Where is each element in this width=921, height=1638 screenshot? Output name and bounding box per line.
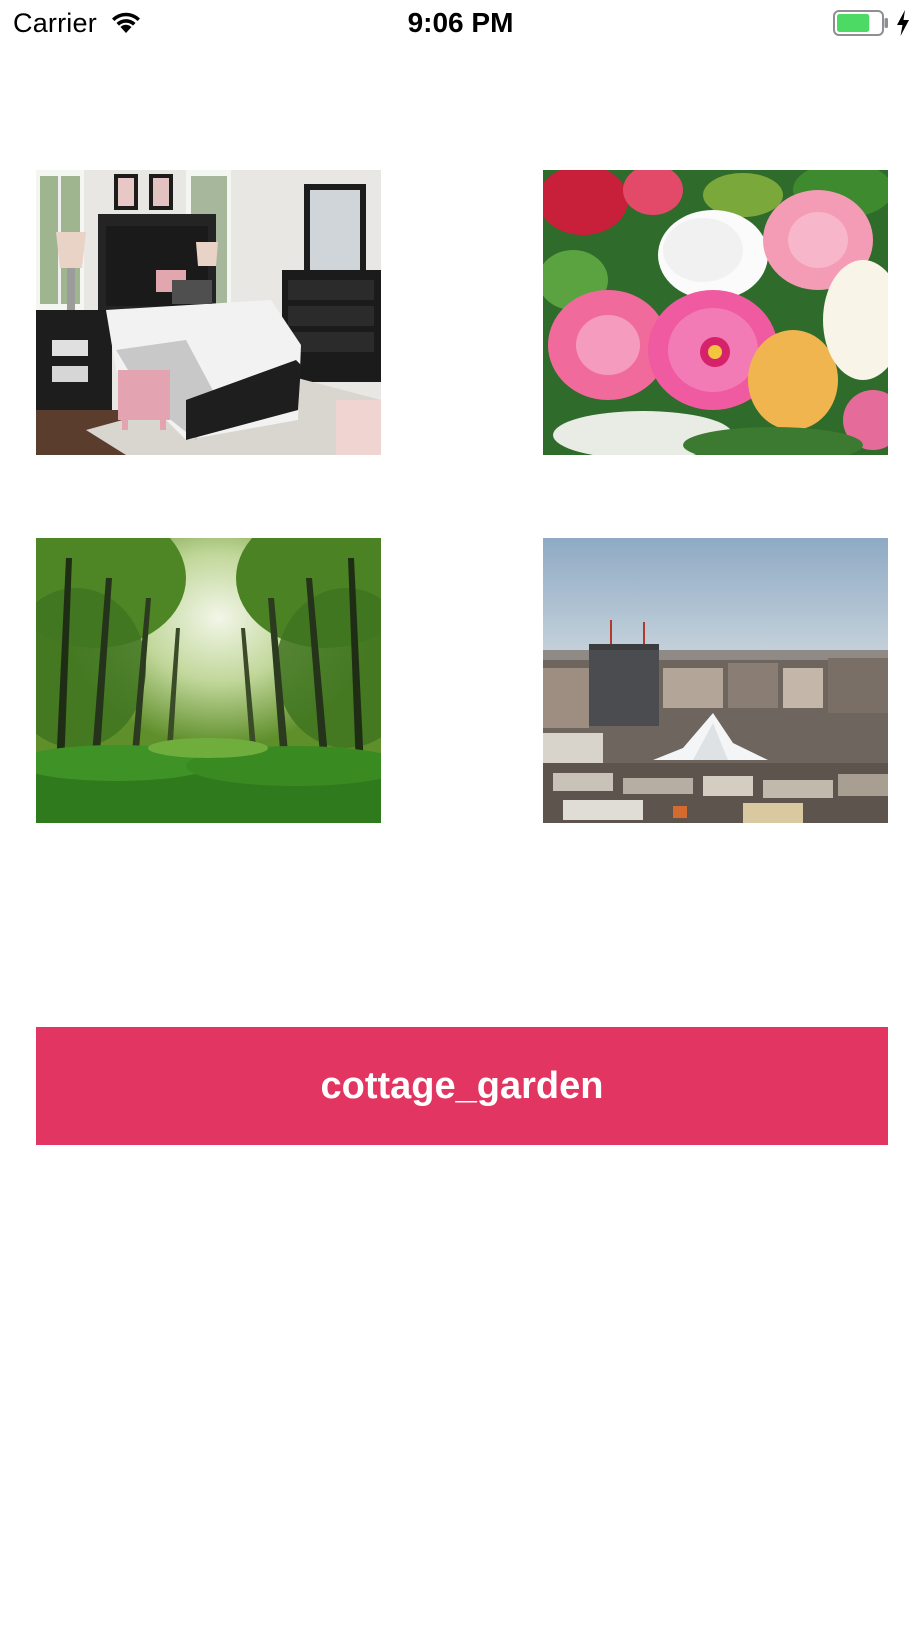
cottage-garden-button[interactable]: cottage_garden [36,1027,888,1145]
city-image[interactable] [543,538,888,823]
battery-charging-icon [833,10,888,36]
status-bar: Carrier 9:06 PM [0,0,921,46]
clock: 9:06 PM [407,7,514,38]
bedroom-image[interactable] [36,170,381,455]
forest-image[interactable] [36,538,381,823]
battery-level [837,14,870,32]
charging-bolt-icon [897,10,909,36]
flowers-image[interactable] [543,170,888,455]
